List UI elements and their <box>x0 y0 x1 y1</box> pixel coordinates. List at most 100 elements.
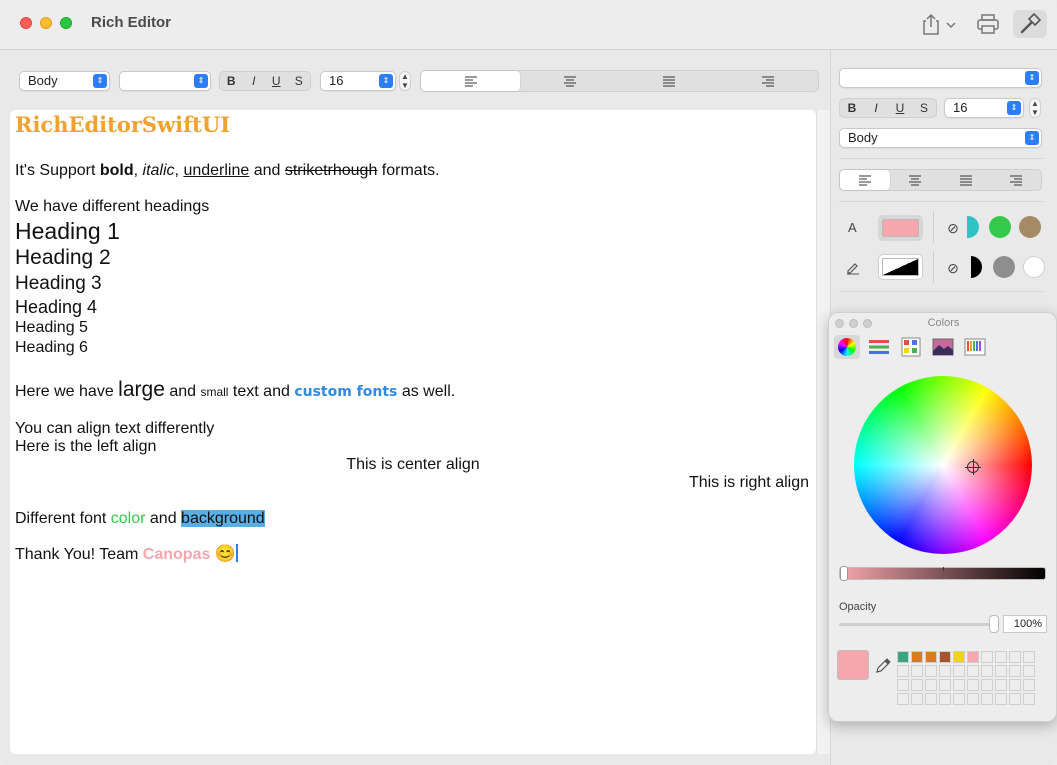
color-swatch-brown[interactable] <box>1019 216 1041 238</box>
inspector-size-popup[interactable]: 16 ⇕ <box>944 98 1024 118</box>
swatch-cell[interactable] <box>995 679 1007 691</box>
align-center-button[interactable] <box>520 71 619 91</box>
swatch-cell[interactable] <box>1009 665 1021 677</box>
inspector-italic-button[interactable]: I <box>864 99 888 117</box>
swatch-cell[interactable] <box>995 693 1007 705</box>
swatch-cell[interactable] <box>1023 679 1035 691</box>
swatch-cell[interactable] <box>925 651 937 663</box>
swatch-cell[interactable] <box>897 665 909 677</box>
swatch-cell[interactable] <box>967 665 979 677</box>
opacity-value-field[interactable]: 100% <box>1003 615 1047 633</box>
no-color-icon[interactable]: ⊘ <box>945 220 961 236</box>
swatch-cell[interactable] <box>939 651 951 663</box>
share-button[interactable] <box>916 10 960 38</box>
style-popup[interactable]: Body ⇕ <box>19 71 110 91</box>
inspector-bold-button[interactable]: B <box>840 99 864 117</box>
opacity-slider[interactable] <box>839 623 997 626</box>
swatch-cell[interactable] <box>981 679 993 691</box>
stepper-up-icon[interactable]: ▲ <box>1031 99 1039 108</box>
current-color-swatch[interactable] <box>837 650 869 680</box>
swatch-cell[interactable] <box>925 665 937 677</box>
swatch-cell[interactable] <box>1009 679 1021 691</box>
inspector-strikethrough-button[interactable]: S <box>912 99 936 117</box>
close-window-button[interactable] <box>20 17 32 29</box>
swatch-cell[interactable] <box>939 679 951 691</box>
swatch-cell[interactable] <box>953 679 965 691</box>
swatch-cell[interactable] <box>1009 651 1021 663</box>
swatch-cell[interactable] <box>1023 651 1035 663</box>
brightness-slider-knob[interactable] <box>840 566 848 581</box>
stepper-down-icon[interactable]: ▼ <box>401 81 409 90</box>
swatch-cell[interactable] <box>953 665 965 677</box>
align-left-button[interactable] <box>421 71 521 91</box>
swatch-cell[interactable] <box>967 693 979 705</box>
eyedropper-icon[interactable] <box>875 656 891 679</box>
heading-2: Heading 2 <box>15 246 111 269</box>
swatch-cell[interactable] <box>967 651 979 663</box>
swatch-cell[interactable] <box>953 651 965 663</box>
swatch-cell[interactable] <box>911 651 923 663</box>
stepper-up-icon[interactable]: ▲ <box>401 72 409 81</box>
color-palettes-tab[interactable] <box>898 335 924 359</box>
print-button[interactable] <box>972 10 1004 38</box>
stepper-down-icon[interactable]: ▼ <box>1031 108 1039 117</box>
swatch-cell[interactable] <box>925 693 937 705</box>
no-background-icon[interactable]: ⊘ <box>945 260 961 276</box>
align-right-button[interactable] <box>719 71 818 91</box>
inspector-size-stepper[interactable]: ▲ ▼ <box>1029 98 1041 118</box>
color-swatch-black[interactable] <box>971 256 982 278</box>
text-run: Here we have <box>15 383 119 400</box>
bold-button[interactable]: B <box>220 72 243 90</box>
swatch-cell[interactable] <box>995 651 1007 663</box>
swatch-cell[interactable] <box>967 679 979 691</box>
color-wheel[interactable] <box>854 376 1032 554</box>
inspector-align-justify-button[interactable] <box>941 170 991 190</box>
inspector-toggle-button[interactable] <box>1013 10 1047 38</box>
swatch-cell[interactable] <box>897 651 909 663</box>
swatch-cell[interactable] <box>939 693 951 705</box>
inspector-align-left-button[interactable] <box>840 170 891 190</box>
swatch-cell[interactable] <box>1023 665 1035 677</box>
swatch-cell[interactable] <box>981 651 993 663</box>
minimize-window-button[interactable] <box>40 17 52 29</box>
pencils-tab[interactable] <box>962 335 988 359</box>
font-size-stepper[interactable]: ▲ ▼ <box>399 71 411 91</box>
swatch-cell[interactable] <box>925 679 937 691</box>
swatch-cell[interactable] <box>1009 693 1021 705</box>
text-color-well[interactable] <box>878 215 923 241</box>
swatch-cell[interactable] <box>911 679 923 691</box>
swatch-cell[interactable] <box>939 665 951 677</box>
background-color-well[interactable] <box>878 254 923 280</box>
color-wheel-crosshair-icon[interactable] <box>965 459 981 475</box>
color-swatch-teal[interactable] <box>967 216 979 238</box>
zoom-window-button[interactable] <box>60 17 72 29</box>
font-size-popup[interactable]: 16 ⇕ <box>320 71 396 91</box>
swatch-cell[interactable] <box>897 679 909 691</box>
swatch-cell[interactable] <box>995 665 1007 677</box>
color-swatch-gray[interactable] <box>993 256 1015 278</box>
inspector-underline-button[interactable]: U <box>888 99 912 117</box>
swatch-cell[interactable] <box>911 693 923 705</box>
swatch-cell[interactable] <box>981 665 993 677</box>
align-justify-button[interactable] <box>620 71 719 91</box>
opacity-slider-knob[interactable] <box>989 615 999 633</box>
italic-button[interactable]: I <box>243 72 266 90</box>
swatch-cell[interactable] <box>1023 693 1035 705</box>
rich-text-editor[interactable]: RichEditorSwiftUI It's Support bold, ita… <box>10 110 816 754</box>
strikethrough-button[interactable]: S <box>288 72 311 90</box>
inspector-align-right-button[interactable] <box>991 170 1041 190</box>
swatch-cell[interactable] <box>953 693 965 705</box>
inspector-align-center-button[interactable] <box>890 170 940 190</box>
swatch-cell[interactable] <box>911 665 923 677</box>
color-sliders-tab[interactable] <box>866 335 892 359</box>
underline-button[interactable]: U <box>265 72 288 90</box>
swatch-cell[interactable] <box>981 693 993 705</box>
swatch-cell[interactable] <box>897 693 909 705</box>
color-swatch-white[interactable] <box>1023 256 1045 278</box>
font-popup[interactable]: ⇕ <box>119 71 211 91</box>
color-wheel-tab[interactable] <box>834 335 860 359</box>
inspector-style-popup[interactable]: Body ⇕ <box>839 128 1042 148</box>
inspector-font-popup[interactable]: ⇕ <box>839 68 1042 88</box>
image-palettes-tab[interactable] <box>930 335 956 359</box>
color-swatch-green[interactable] <box>989 216 1011 238</box>
